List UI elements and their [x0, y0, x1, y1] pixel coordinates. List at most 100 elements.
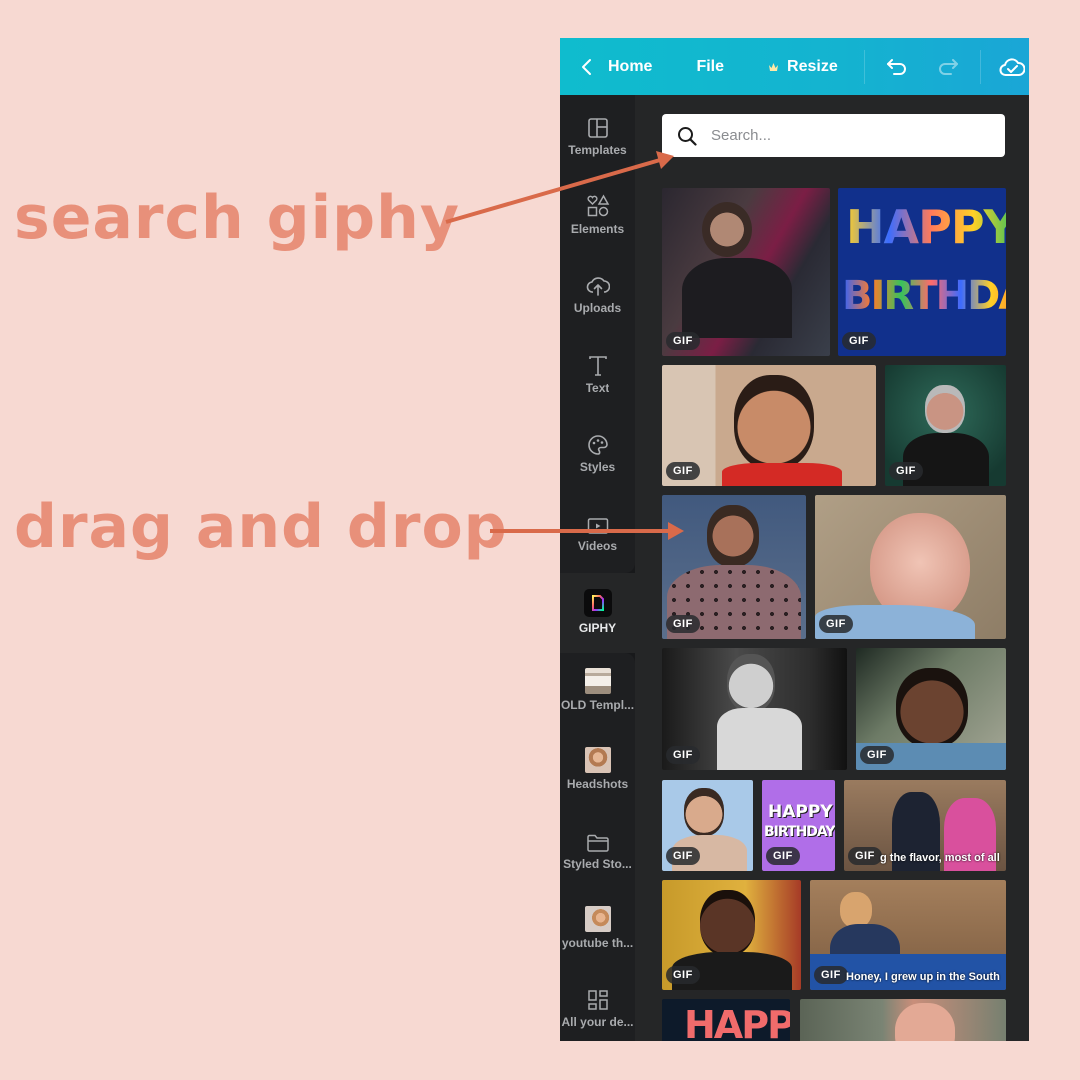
sidebar-item-templates[interactable]: Templates — [560, 113, 635, 192]
toolbar-divider — [863, 49, 865, 84]
gif-figure — [925, 385, 965, 433]
gif-tile[interactable]: GIF — [662, 880, 801, 990]
chevron-left-icon[interactable] — [580, 57, 594, 77]
elements-icon — [586, 192, 610, 218]
sidebar-item-label: All your de... — [561, 1015, 634, 1029]
video-icon — [587, 509, 609, 535]
gif-badge: GIF — [842, 332, 876, 350]
undo-icon[interactable] — [885, 57, 909, 77]
sidebar: Templates Elements Uploads Text Styles V… — [560, 95, 635, 1041]
search-icon — [677, 126, 697, 146]
gif-text: BIRTHDAY — [764, 824, 835, 840]
sidebar-item-label: Uploads — [573, 301, 622, 315]
text-icon — [588, 351, 608, 377]
gif-figure — [895, 1003, 955, 1041]
sidebar-item-uploads[interactable]: Uploads — [560, 271, 635, 350]
canva-editor-window: Home File Resize Templates Elements Uplo… — [560, 38, 1029, 1041]
gif-tile[interactable]: HAPPY BIRTHDAY GIF — [762, 780, 835, 871]
upload-cloud-icon — [586, 271, 610, 297]
toolbar-divider — [979, 49, 981, 84]
gif-figure — [840, 892, 872, 928]
sidebar-item-label: OLD Templ... — [560, 698, 635, 712]
gif-tile[interactable]: HAPPY — [662, 999, 790, 1041]
gif-badge: GIF — [666, 462, 700, 480]
sidebar-item-headshots[interactable]: Headshots — [560, 747, 635, 826]
gif-tile[interactable]: GIF — [856, 648, 1006, 770]
gif-tile[interactable]: HAPPY BIRTHDAY GIF — [838, 188, 1006, 356]
annotation-drag-and-drop: drag and drop — [14, 492, 508, 562]
gif-badge: GIF — [814, 966, 848, 984]
top-bar: Home File Resize — [560, 38, 1029, 95]
gif-tile[interactable]: GIF g the flavor, most of all — [844, 780, 1006, 871]
resize-label: Resize — [787, 57, 838, 75]
crown-icon — [768, 62, 779, 72]
gif-figure — [727, 654, 775, 712]
search-box[interactable] — [662, 114, 1005, 157]
palette-icon — [587, 430, 609, 456]
sidebar-item-label: Styled Sto... — [563, 857, 632, 871]
gif-figure — [896, 668, 968, 748]
gif-badge: GIF — [766, 847, 800, 865]
gif-figure — [700, 890, 755, 956]
search-input[interactable] — [709, 126, 973, 145]
gif-tile[interactable]: GIF — [815, 495, 1006, 639]
gif-tile[interactable]: GIF — [662, 780, 753, 871]
folder-thumbnail — [584, 747, 611, 773]
gif-figure — [682, 258, 792, 338]
sidebar-item-label: Styles — [579, 460, 616, 474]
sidebar-item-styled-stock[interactable]: Styled Sto... — [560, 827, 635, 906]
resize-button[interactable]: Resize — [768, 58, 838, 76]
sidebar-item-label: GIPHY — [578, 621, 617, 635]
templates-icon — [587, 113, 609, 139]
gif-badge: GIF — [666, 966, 700, 984]
gif-figure — [734, 375, 814, 470]
gif-badge: GIF — [666, 847, 700, 865]
sidebar-item-styles[interactable]: Styles — [560, 430, 635, 509]
gif-text: BIRTHDAY — [842, 273, 1006, 319]
gif-tile[interactable]: GIF — [662, 188, 830, 356]
sidebar-item-label: Text — [585, 381, 610, 395]
sidebar-item-elements[interactable]: Elements — [560, 192, 635, 271]
gif-figure — [707, 505, 759, 567]
folder-thumbnail — [584, 906, 611, 932]
gif-tile[interactable]: GIF — [662, 648, 847, 770]
home-button[interactable]: Home — [608, 58, 652, 76]
sidebar-item-label: Templates — [568, 143, 627, 157]
sidebar-item-label: Elements — [570, 222, 625, 236]
gif-badge: GIF — [860, 746, 894, 764]
file-menu-button[interactable]: File — [696, 58, 724, 76]
sidebar-item-label: youtube th... — [561, 936, 634, 950]
grid-icon — [587, 985, 609, 1011]
gif-caption: Honey, I grew up in the South — [846, 971, 1000, 983]
gif-badge: GIF — [666, 332, 700, 350]
sidebar-item-all-designs[interactable]: All your de... — [560, 985, 635, 1041]
sidebar-item-text[interactable]: Text — [560, 351, 635, 430]
gif-tile[interactable]: GIF — [885, 365, 1006, 486]
cloud-check-icon[interactable] — [999, 56, 1025, 78]
gif-tile[interactable] — [800, 999, 1006, 1041]
sidebar-item-label: Videos — [577, 539, 618, 553]
gif-tile[interactable]: GIF — [662, 495, 806, 639]
redo-icon[interactable] — [936, 57, 960, 77]
gif-text: HAPPY — [768, 802, 833, 822]
sidebar-item-youtube-thumbnails[interactable]: youtube th... — [560, 906, 635, 985]
annotation-search-giphy: search giphy — [14, 183, 460, 253]
gif-badge: GIF — [666, 615, 700, 633]
gif-figure — [702, 202, 752, 257]
sidebar-item-giphy[interactable]: GIPHY — [560, 589, 635, 668]
gif-badge: GIF — [666, 746, 700, 764]
gif-text: HAPPY — [846, 200, 1006, 254]
gif-badge: GIF — [889, 462, 923, 480]
gif-tile[interactable]: GIF Honey, I grew up in the South — [810, 880, 1006, 990]
gif-figure — [684, 788, 724, 836]
sidebar-item-old-templates[interactable]: OLD Templ... — [560, 668, 635, 747]
sidebar-item-videos[interactable]: Videos — [560, 509, 635, 588]
giphy-panel: GIF HAPPY BIRTHDAY GIF GIF GIF GIF GIF — [635, 95, 1029, 1041]
gif-figure — [717, 708, 802, 770]
gif-badge: GIF — [819, 615, 853, 633]
gif-tile[interactable]: GIF — [662, 365, 876, 486]
giphy-icon — [583, 589, 612, 617]
folder-thumbnail — [584, 668, 611, 694]
gif-figure — [722, 463, 842, 486]
gif-text: HAPPY — [684, 1003, 790, 1041]
